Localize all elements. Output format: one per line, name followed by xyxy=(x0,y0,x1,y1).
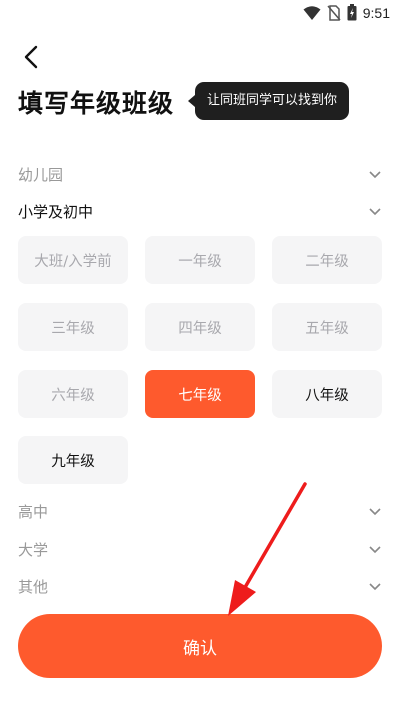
section-high-school[interactable]: 高中 xyxy=(18,497,382,525)
no-sim-icon xyxy=(327,4,341,21)
hint-tooltip: 让同班同学可以找到你 xyxy=(187,82,350,120)
chevron-down-icon xyxy=(369,171,381,179)
back-button[interactable] xyxy=(16,42,46,72)
section-label: 大学 xyxy=(18,540,49,559)
grade-option[interactable]: 九年级 xyxy=(18,436,128,484)
back-arrow-icon xyxy=(24,45,38,69)
chevron-down-icon xyxy=(369,583,381,591)
grade-label: 八年级 xyxy=(305,387,349,404)
section-other[interactable]: 其他 xyxy=(18,572,382,600)
grade-label: 一年级 xyxy=(178,253,222,270)
grade-option[interactable]: 大班/入学前 xyxy=(18,236,128,284)
grade-label: 四年级 xyxy=(178,320,222,337)
section-university[interactable]: 大学 xyxy=(18,535,382,563)
status-bar: 9:51 xyxy=(0,0,400,28)
battery-icon xyxy=(347,4,357,21)
section-label: 幼儿园 xyxy=(18,165,64,184)
grade-option[interactable]: 三年级 xyxy=(18,303,128,351)
grade-option[interactable]: 五年级 xyxy=(272,303,382,351)
grade-option[interactable]: 六年级 xyxy=(18,370,128,418)
section-label: 高中 xyxy=(18,502,49,521)
chevron-down-icon xyxy=(369,508,381,516)
section-label: 其他 xyxy=(18,577,49,596)
grade-option[interactable]: 四年级 xyxy=(145,303,255,351)
section-kindergarten[interactable]: 幼儿园 xyxy=(18,160,382,188)
section-primary-middle[interactable]: 小学及初中 xyxy=(18,197,382,225)
grade-label: 六年级 xyxy=(51,387,95,404)
grade-label: 三年级 xyxy=(51,320,95,337)
chevron-down-icon xyxy=(369,208,381,216)
page-title: 填写年级班级 xyxy=(18,89,175,118)
grade-label: 五年级 xyxy=(305,320,349,337)
status-icons: 9:51 xyxy=(303,4,390,21)
grade-option[interactable]: 七年级 xyxy=(145,370,255,418)
grade-label: 九年级 xyxy=(51,453,95,470)
grade-option[interactable]: 二年级 xyxy=(272,236,382,284)
chevron-down-icon xyxy=(369,546,381,554)
grade-label: 二年级 xyxy=(305,253,349,270)
grade-option[interactable]: 一年级 xyxy=(145,236,255,284)
wifi-icon xyxy=(303,5,321,20)
grade-option[interactable]: 八年级 xyxy=(272,370,382,418)
grade-label: 大班/入学前 xyxy=(34,253,112,270)
status-time: 9:51 xyxy=(362,4,390,21)
confirm-button[interactable]: 确认 xyxy=(18,614,382,678)
section-label: 小学及初中 xyxy=(18,202,94,221)
grade-label: 七年级 xyxy=(178,387,222,404)
